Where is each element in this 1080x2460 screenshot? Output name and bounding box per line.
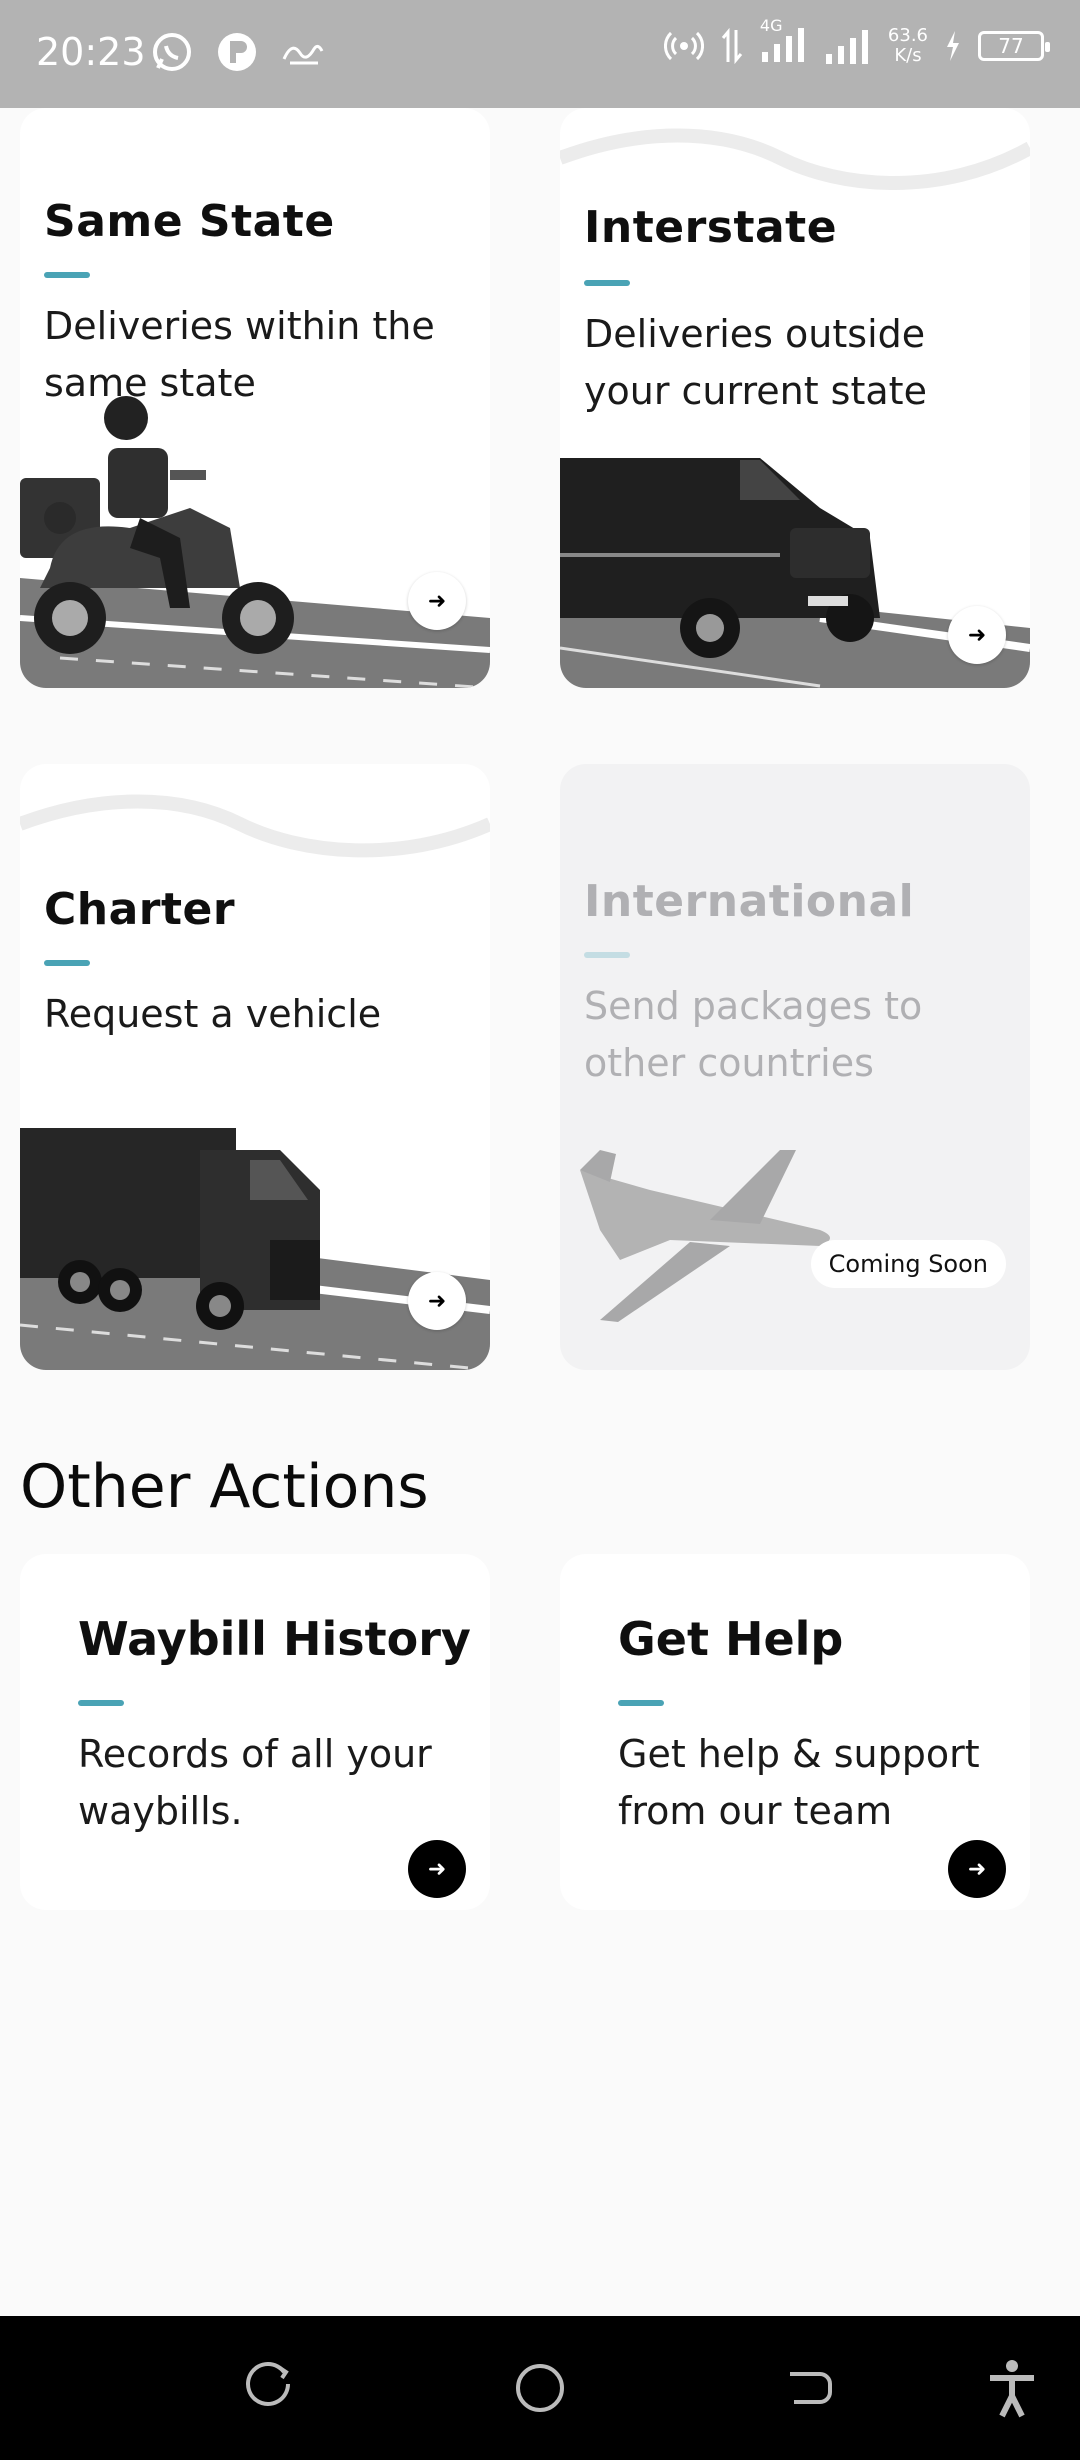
interstate-arrow-button[interactable]: ➜ — [948, 606, 1006, 664]
get-help-arrow-button[interactable]: ➜ — [948, 1840, 1006, 1898]
card-title: Charter — [44, 884, 236, 935]
status-bar: 20:23 4G 63.6 K/s 77 — [0, 0, 1080, 108]
status-time: 20:23 — [36, 30, 146, 74]
card-description: Deliveries outside your current state — [584, 312, 927, 413]
card-description: Get help & support from our team — [618, 1732, 980, 1833]
title-accent — [44, 272, 90, 278]
accessibility-button[interactable] — [982, 2358, 1042, 2418]
battery-icon: 77 — [978, 31, 1050, 61]
wave-decoration — [560, 128, 1030, 190]
accessibility-icon — [990, 2360, 1034, 2418]
charging-icon — [947, 31, 959, 61]
back-icon — [790, 2372, 832, 2404]
home-icon — [516, 2364, 564, 2412]
card-title: Get Help — [618, 1612, 844, 1666]
get-help-card[interactable]: Get Help Get help & support from our tea… — [560, 1554, 1030, 1910]
scooter-illustration — [20, 396, 490, 688]
signal-icon-2 — [825, 30, 868, 64]
recents-button[interactable] — [240, 2358, 300, 2418]
other-actions-heading: Other Actions — [20, 1452, 429, 1522]
title-accent — [584, 952, 630, 958]
card-title: Same State — [44, 196, 335, 247]
truck-illustration — [20, 1128, 490, 1370]
card-description: Request a vehicle — [44, 992, 382, 1036]
waybill-history-arrow-button[interactable]: ➜ — [408, 1840, 466, 1898]
same-state-arrow-button[interactable]: ➜ — [408, 572, 466, 630]
whatsapp-icon — [153, 33, 191, 71]
same-state-card[interactable]: Same State Deliveries within the same st… — [20, 108, 490, 688]
home-button[interactable] — [510, 2358, 570, 2418]
card-title: International — [584, 876, 915, 927]
card-title: Interstate — [584, 202, 838, 253]
coming-soon-badge: Coming Soon — [810, 1240, 1006, 1288]
back-button[interactable] — [780, 2358, 840, 2418]
data-arrows-icon — [721, 27, 743, 65]
waybill-history-card[interactable]: Waybill History Records of all your wayb… — [20, 1554, 490, 1910]
recents-icon — [246, 2362, 290, 2406]
hotspot-icon — [663, 31, 704, 61]
title-accent — [584, 280, 630, 286]
network-type: 4G — [759, 16, 783, 35]
charter-card[interactable]: Charter Request a vehicle ➜ — [20, 764, 490, 1370]
title-accent — [618, 1700, 664, 1706]
card-description: Records of all your waybills. — [78, 1732, 432, 1833]
charter-arrow-button[interactable]: ➜ — [408, 1272, 466, 1330]
app-icon — [218, 33, 256, 71]
card-description: Send packages to other countries — [584, 984, 923, 1085]
network-speed: 63.6 K/s — [887, 25, 928, 66]
wave-decoration — [20, 794, 490, 858]
title-accent — [78, 1700, 124, 1706]
international-card: International Send packages to other cou… — [560, 764, 1030, 1370]
title-accent — [44, 960, 90, 966]
interstate-card[interactable]: Interstate Deliveries outside your curre… — [560, 108, 1030, 688]
card-title: Waybill History — [78, 1612, 471, 1666]
navigation-bar — [0, 2316, 1080, 2460]
signature-icon — [282, 44, 324, 65]
